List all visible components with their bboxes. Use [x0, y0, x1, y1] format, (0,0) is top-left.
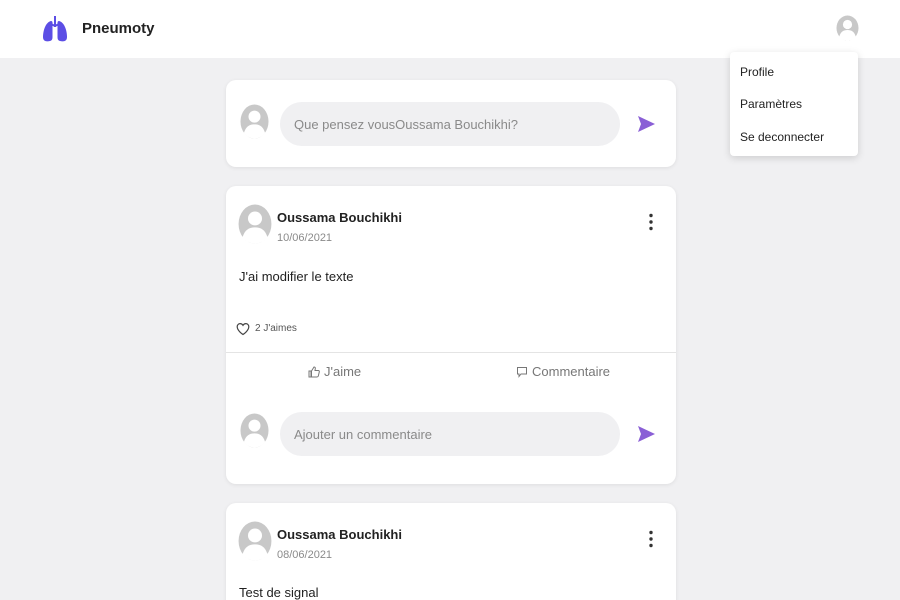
author-avatar-icon[interactable]	[238, 204, 272, 244]
comment-input[interactable]	[280, 412, 620, 456]
comment-label: Commentaire	[532, 364, 611, 379]
more-options-icon[interactable]	[642, 212, 660, 232]
composer-input[interactable]	[280, 102, 620, 146]
post-author[interactable]: Oussama Bouchikhi	[277, 210, 402, 225]
avatar-icon	[240, 413, 269, 448]
post-composer-card	[226, 80, 676, 167]
send-icon[interactable]	[635, 113, 657, 135]
post-author[interactable]: Oussama Bouchikhi	[277, 527, 402, 542]
comment-button[interactable]: Commentaire	[516, 364, 610, 379]
post-text: J'ai modifier le texte	[239, 269, 354, 284]
account-dropdown-menu: Profile Paramètres Se deconnecter	[730, 52, 858, 156]
post-card: Oussama Bouchikhi 08/06/2021 Test de sig…	[226, 503, 676, 600]
post-text: Test de signal	[239, 585, 319, 600]
top-navbar: Pneumoty	[0, 0, 900, 58]
brand-name[interactable]: Pneumoty	[82, 20, 155, 37]
likes-count: 2 J'aimes	[255, 323, 297, 334]
like-button[interactable]: J'aime	[308, 364, 361, 379]
send-icon[interactable]	[635, 423, 657, 445]
like-label: J'aime	[324, 364, 362, 379]
author-avatar-icon[interactable]	[238, 521, 272, 561]
post-card: Oussama Bouchikhi 10/06/2021 J'ai modifi…	[226, 186, 676, 484]
menu-item-logout[interactable]: Se deconnecter	[740, 130, 824, 144]
post-date: 10/06/2021	[277, 232, 333, 244]
menu-item-profile[interactable]: Profile	[740, 65, 774, 79]
post-date: 08/06/2021	[277, 549, 333, 561]
lungs-icon[interactable]	[42, 15, 68, 43]
avatar-icon	[240, 104, 269, 139]
menu-item-settings[interactable]: Paramètres	[740, 97, 802, 111]
comment-icon	[517, 366, 527, 378]
heart-icon	[236, 322, 250, 336]
divider	[226, 352, 676, 353]
thumbs-up-icon	[308, 365, 320, 377]
user-avatar-icon[interactable]	[836, 15, 859, 41]
more-options-icon[interactable]	[642, 529, 660, 549]
